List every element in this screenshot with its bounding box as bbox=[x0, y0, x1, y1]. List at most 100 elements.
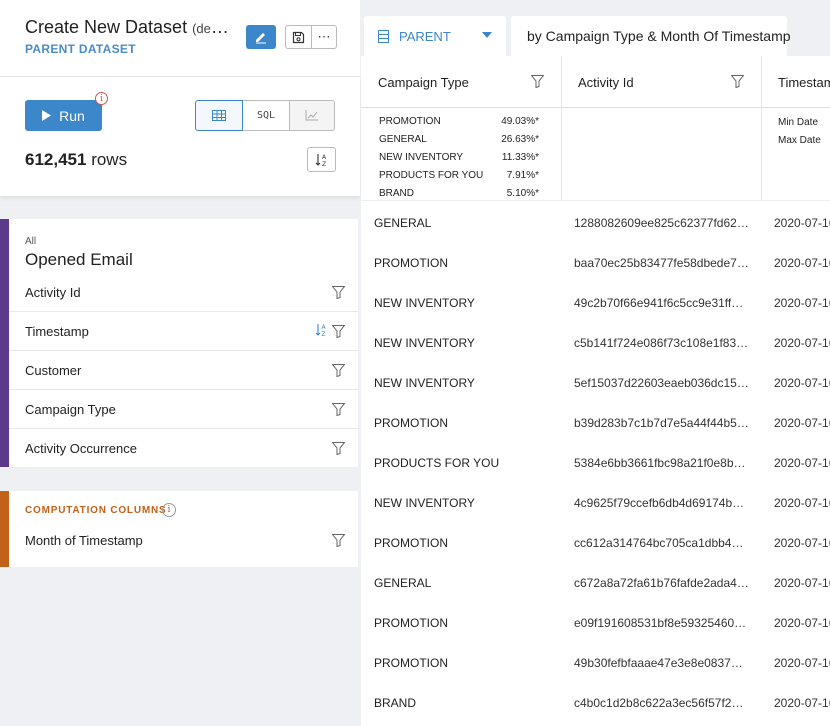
cell-timestamp: 2020-07-16 bbox=[774, 696, 830, 710]
cell-activity-id: cc612a314764bc705ca1dbb46… bbox=[574, 536, 749, 550]
column-row-timestamp[interactable]: Timestamp AZ bbox=[9, 312, 358, 351]
info-icon[interactable]: i bbox=[162, 503, 176, 517]
chart-view-button[interactable] bbox=[289, 100, 335, 131]
table-row[interactable]: PROMOTION baa70ec25b83477fe58dbede7… 2020-… bbox=[361, 243, 830, 283]
summary-item: PRODUCTS FOR YOU 7.91%* bbox=[379, 167, 539, 185]
run-panel: Run i SQL 612,451 rows AZ bbox=[0, 76, 360, 196]
data-table: Campaign Type Activity Id Timestamp PROM… bbox=[361, 56, 830, 726]
cell-activity-id: 5ef15037d22603eaeb036dc15… bbox=[574, 376, 749, 390]
cell-campaign-type: NEW INVENTORY bbox=[374, 496, 475, 510]
cell-timestamp: 2020-07-16 bbox=[774, 376, 830, 390]
summary-label: GENERAL bbox=[379, 134, 427, 145]
line-chart-icon bbox=[305, 110, 318, 121]
table-row[interactable]: BRAND c4b0c1d2b8c622a3ec56f57f25… 2020-07-… bbox=[361, 683, 830, 723]
column-row-customer[interactable]: Customer bbox=[9, 351, 358, 390]
tab-parent-label: PARENT bbox=[399, 28, 451, 44]
svg-text:Z: Z bbox=[322, 161, 326, 167]
table-row[interactable]: PROMOTION b39d283b7c1b7d7e5a44f44b5… 2020-… bbox=[361, 403, 830, 443]
play-icon bbox=[42, 110, 52, 121]
view-toggle: SQL bbox=[195, 100, 335, 131]
sql-view-button[interactable]: SQL bbox=[242, 100, 290, 131]
filter-icon[interactable] bbox=[332, 442, 345, 455]
column-row-campaign-type[interactable]: Campaign Type bbox=[9, 390, 358, 429]
cell-campaign-type: NEW INVENTORY bbox=[374, 376, 475, 390]
table-row[interactable]: PROMOTION e09f191608531bf8e593254607… 2020… bbox=[361, 603, 830, 643]
column-row-activity-occurrence[interactable]: Activity Occurrence bbox=[9, 429, 358, 468]
summary-item: BRAND 5.10%* bbox=[379, 185, 539, 203]
column-summary: PROMOTION 49.03%* GENERAL 26.63%* NEW INVE… bbox=[361, 108, 830, 201]
cell-activity-id: 5384e6bb3661fbc98a21f0e8b… bbox=[574, 456, 746, 470]
group-name[interactable]: Opened Email bbox=[25, 250, 133, 270]
ellipsis-icon: ⋯ bbox=[317, 29, 331, 44]
table-row[interactable]: NEW INVENTORY 49c2b70f66e941f6c5cc9e31ff4… bbox=[361, 283, 830, 323]
cell-activity-id: c4b0c1d2b8c622a3ec56f57f25… bbox=[574, 696, 749, 710]
cell-activity-id: baa70ec25b83477fe58dbede7… bbox=[574, 256, 749, 270]
filter-icon[interactable] bbox=[332, 534, 345, 547]
dataset-tabs: PARENT by Campaign Type & Month Of Times… bbox=[361, 0, 830, 56]
table-row[interactable]: NEW INVENTORY 4c9625f79ccefb6db4d69174b… 2… bbox=[361, 483, 830, 523]
summary-label: PRODUCTS FOR YOU bbox=[379, 170, 484, 181]
cell-activity-id: 4c9625f79ccefb6db4d69174b… bbox=[574, 496, 745, 510]
summary-item: GENERAL 26.63%* bbox=[379, 131, 539, 149]
table-row[interactable]: NEW INVENTORY c5b141f724e086f73c108e1f83…… bbox=[361, 323, 830, 363]
table-view-button[interactable] bbox=[195, 100, 243, 131]
cell-campaign-type: PROMOTION bbox=[374, 656, 448, 670]
edit-button[interactable] bbox=[246, 25, 276, 49]
sort-ascending-icon[interactable]: AZ bbox=[315, 323, 328, 337]
column-row-activity-id[interactable]: Activity Id bbox=[9, 273, 358, 312]
summary-item: NEW INVENTORY 11.33%* bbox=[379, 149, 539, 167]
column-header-timestamp[interactable]: Timestamp bbox=[761, 56, 830, 108]
filter-icon[interactable] bbox=[332, 403, 345, 416]
filter-icon[interactable] bbox=[332, 364, 345, 377]
column-label: Campaign Type bbox=[25, 401, 116, 417]
table-row[interactable]: PROMOTION cc612a314764bc705ca1dbb46… 2020-… bbox=[361, 523, 830, 563]
cell-activity-id: e09f191608531bf8e593254607… bbox=[574, 616, 749, 630]
column-header-activity-id[interactable]: Activity Id bbox=[561, 56, 761, 108]
cell-timestamp: 2020-07-16 bbox=[774, 576, 830, 590]
cell-activity-id: c672a8a72fa61b76fafde2ada4… bbox=[574, 576, 749, 590]
svg-text:A: A bbox=[322, 324, 327, 331]
save-button[interactable] bbox=[285, 25, 312, 49]
table-row[interactable]: GENERAL 1288082609ee825c62377fd62… 2020-07… bbox=[361, 203, 830, 243]
timestamp-max-label: Max Date bbox=[778, 135, 821, 146]
sort-button[interactable]: AZ bbox=[307, 147, 336, 172]
column-label: Activity Occurrence bbox=[25, 441, 137, 456]
table-row[interactable]: PROMOTION 49b30fefbfaaae47e3e8e08379… 2020… bbox=[361, 643, 830, 683]
summary-label: NEW INVENTORY bbox=[379, 152, 464, 163]
row-count: 612,451 rows bbox=[25, 150, 127, 170]
table-row[interactable]: GENERAL c672a8a72fa61b76fafde2ada4… 2020-0… bbox=[361, 563, 830, 603]
summary-item: PROMOTION 49.03%* bbox=[379, 113, 539, 131]
column-header-campaign-type[interactable]: Campaign Type bbox=[361, 56, 561, 108]
computation-columns-group: COMPUTATION COLUMNS i Month of Timestamp bbox=[0, 491, 358, 567]
row-count-label: rows bbox=[91, 150, 128, 169]
tab-group-by[interactable]: by Campaign Type & Month Of Timestamp bbox=[511, 16, 791, 56]
table-icon bbox=[378, 29, 389, 43]
cell-timestamp: 2020-07-16 bbox=[774, 616, 830, 630]
cell-campaign-type: GENERAL bbox=[374, 576, 432, 590]
filter-icon[interactable] bbox=[332, 325, 345, 338]
table-row[interactable]: PRODUCTS FOR YOU 5384e6bb3661fbc98a21f0e8… bbox=[361, 443, 830, 483]
summary-label: BRAND bbox=[379, 188, 415, 199]
column-label: Timestamp bbox=[25, 323, 89, 339]
summary-pct: 5.10%* bbox=[506, 188, 539, 199]
timestamp-min-label: Min Date bbox=[778, 117, 819, 128]
tab-parent[interactable]: PARENT bbox=[364, 16, 506, 56]
summary-pct: 11.33%* bbox=[501, 152, 539, 163]
filter-icon[interactable] bbox=[332, 286, 345, 299]
sort-az-icon: AZ bbox=[315, 153, 327, 167]
column-label: Activity Id bbox=[25, 284, 81, 300]
column-row-month-of-timestamp[interactable]: Month of Timestamp bbox=[9, 521, 358, 560]
more-options-button[interactable]: ⋯ bbox=[311, 25, 337, 49]
run-button[interactable]: Run bbox=[25, 100, 102, 131]
run-warning-icon[interactable]: i bbox=[95, 92, 108, 105]
cell-campaign-type: PROMOTION bbox=[374, 616, 448, 630]
data-panel: PARENT by Campaign Type & Month Of Times… bbox=[361, 0, 830, 726]
filter-icon[interactable] bbox=[531, 75, 544, 88]
cell-campaign-type: GENERAL bbox=[374, 216, 432, 230]
filter-icon[interactable] bbox=[731, 75, 744, 88]
cell-campaign-type: NEW INVENTORY bbox=[374, 296, 475, 310]
cell-activity-id: 49c2b70f66e941f6c5cc9e31ff4… bbox=[574, 296, 749, 310]
table-row[interactable]: NEW INVENTORY 5ef15037d22603eaeb036dc15… 2… bbox=[361, 363, 830, 403]
cell-campaign-type: BRAND bbox=[374, 696, 417, 710]
computation-columns-heading: COMPUTATION COLUMNS bbox=[25, 505, 167, 516]
